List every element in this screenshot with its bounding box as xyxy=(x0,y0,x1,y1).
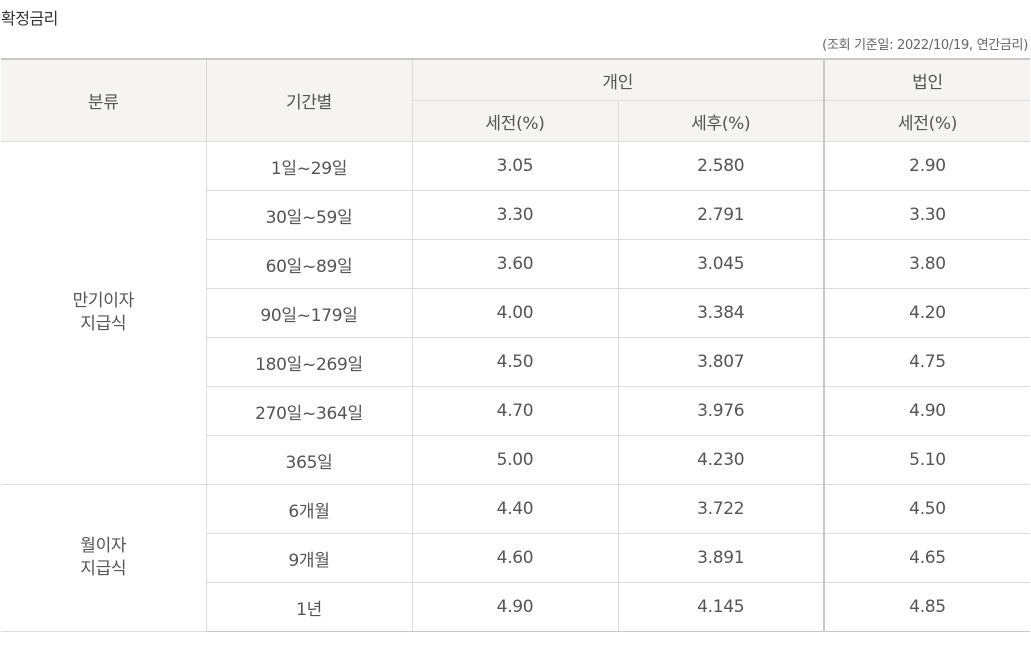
corp-pre-tax-cell: 4.20 xyxy=(823,288,1030,338)
period-cell: 6개월 xyxy=(206,484,413,534)
pre-tax-cell: 3.60 xyxy=(412,239,619,289)
pre-tax-cell: 4.00 xyxy=(412,288,619,338)
header-period: 기간별 xyxy=(206,58,413,142)
category-cell: 월이자 지급식 xyxy=(1,484,207,632)
period-cell: 9개월 xyxy=(206,533,413,583)
pre-tax-cell: 3.30 xyxy=(412,190,619,240)
category-label-line2: 지급식 xyxy=(80,314,127,334)
period-cell: 180일~269일 xyxy=(206,337,413,387)
post-tax-cell: 3.384 xyxy=(618,288,825,338)
period-cell: 60일~89일 xyxy=(206,239,413,289)
corp-pre-tax-cell: 3.80 xyxy=(823,239,1030,289)
header-row: 분류 기간별 개인 법인 xyxy=(1,58,1030,142)
table-row: 월이자 지급식 6개월 4.40 3.722 4.50 xyxy=(1,484,1030,632)
post-tax-cell: 4.145 xyxy=(618,582,825,632)
fixed-rate-table: 분류 기간별 개인 법인 세전(%) 세후(%) 세전(%) 만기이자 지급식 … xyxy=(1,58,1030,632)
header-individual: 개인 xyxy=(412,58,825,101)
pre-tax-cell: 4.40 xyxy=(412,484,619,534)
period-cell: 365일 xyxy=(206,435,413,485)
header-category: 분류 xyxy=(1,58,207,142)
post-tax-cell: 2.791 xyxy=(618,190,825,240)
category-label-line2: 지급식 xyxy=(80,559,127,579)
corp-pre-tax-cell: 2.90 xyxy=(823,141,1030,191)
category-label-line1: 만기이자 xyxy=(72,291,135,311)
pre-tax-cell: 4.60 xyxy=(412,533,619,583)
corp-pre-tax-cell: 3.30 xyxy=(823,190,1030,240)
post-tax-cell: 2.580 xyxy=(618,141,825,191)
post-tax-cell: 3.891 xyxy=(618,533,825,583)
post-tax-cell: 3.045 xyxy=(618,239,825,289)
corp-pre-tax-cell: 5.10 xyxy=(823,435,1030,485)
pre-tax-cell: 3.05 xyxy=(412,141,619,191)
header-corporate: 법인 xyxy=(823,58,1030,101)
table-row: 만기이자 지급식 1일~29일 3.05 2.580 2.90 xyxy=(1,141,1030,485)
header-corporate-pre-tax: 세전(%) xyxy=(823,100,1030,142)
period-cell: 1일~29일 xyxy=(206,141,413,191)
period-cell: 30일~59일 xyxy=(206,190,413,240)
corp-pre-tax-cell: 4.75 xyxy=(823,337,1030,387)
header-individual-post-tax: 세후(%) xyxy=(618,100,825,142)
period-cell: 1년 xyxy=(206,582,413,632)
corp-pre-tax-cell: 4.50 xyxy=(823,484,1030,534)
pre-tax-cell: 4.90 xyxy=(412,582,619,632)
post-tax-cell: 3.976 xyxy=(618,386,825,436)
post-tax-cell: 4.230 xyxy=(618,435,825,485)
header-individual-pre-tax: 세전(%) xyxy=(412,100,619,142)
post-tax-cell: 3.807 xyxy=(618,337,825,387)
section-title: 확정금리 xyxy=(1,9,58,28)
post-tax-cell: 3.722 xyxy=(618,484,825,534)
period-cell: 270일~364일 xyxy=(206,386,413,436)
category-cell: 만기이자 지급식 xyxy=(1,141,207,485)
corp-pre-tax-cell: 4.85 xyxy=(823,582,1030,632)
period-cell: 90일~179일 xyxy=(206,288,413,338)
corp-pre-tax-cell: 4.90 xyxy=(823,386,1030,436)
category-label-line1: 월이자 xyxy=(80,536,127,556)
reference-date-note: (조회 기준일: 2022/10/19, 연간금리) xyxy=(822,38,1028,53)
pre-tax-cell: 5.00 xyxy=(412,435,619,485)
pre-tax-cell: 4.50 xyxy=(412,337,619,387)
pre-tax-cell: 4.70 xyxy=(412,386,619,436)
corp-pre-tax-cell: 4.65 xyxy=(823,533,1030,583)
